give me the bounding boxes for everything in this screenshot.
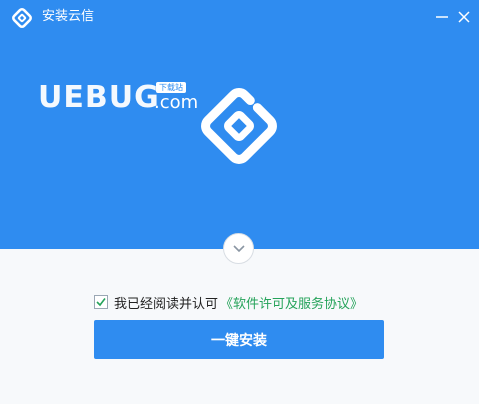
minimize-button[interactable] xyxy=(430,5,454,29)
watermark: UEBUG 下载站 .com xyxy=(38,80,198,120)
checkmark-icon xyxy=(96,298,106,307)
expand-button[interactable] xyxy=(223,233,254,264)
agreement-row: 我已经阅读并认可 《软件许可及服务协议》 xyxy=(94,293,363,312)
watermark-suffix: .com xyxy=(154,92,199,113)
agreement-text: 我已经阅读并认可 xyxy=(114,296,219,312)
window-title: 安装云信 xyxy=(42,9,95,24)
install-button[interactable]: 一键安装 xyxy=(94,320,384,359)
hero-banner: 安装云信 UEBUG 下载站 .com xyxy=(0,0,479,249)
license-link[interactable]: 《软件许可及服务协议》 xyxy=(220,293,363,312)
app-icon xyxy=(12,8,32,28)
close-icon xyxy=(458,11,470,23)
watermark-main: UEBUG xyxy=(38,80,160,115)
close-button[interactable] xyxy=(452,5,476,29)
yunxin-logo-icon xyxy=(201,88,277,164)
installer-window: 安装云信 UEBUG 下载站 .com 我已经阅读并认可 《软件许可及服务协议》… xyxy=(0,0,479,404)
agree-checkbox[interactable] xyxy=(94,295,108,309)
minimize-icon xyxy=(436,16,448,18)
chevron-down-icon xyxy=(233,245,245,253)
